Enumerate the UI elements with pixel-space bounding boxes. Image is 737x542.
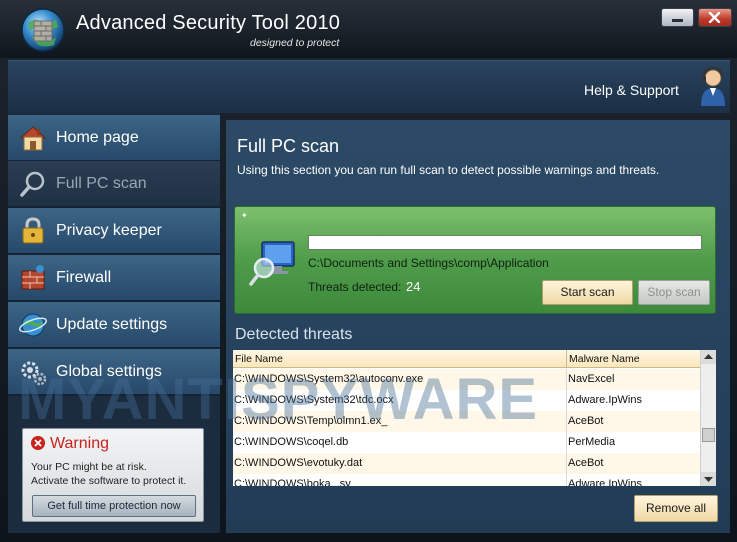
start-scan-button[interactable]: Start scan: [542, 280, 633, 305]
table-row[interactable]: C:\WINDOWS\coqel.db PerMedia: [233, 432, 701, 454]
threats-table: File Name Malware Name C:\WINDOWS\System…: [233, 350, 715, 486]
scroll-down-button[interactable]: [701, 472, 716, 486]
detected-threats-title: Detected threats: [235, 326, 353, 343]
malware-name-cell: NavExcel: [568, 373, 615, 385]
malware-name-cell: AceBot: [568, 415, 604, 427]
warning-text: Your PC might be at risk.: [31, 461, 147, 473]
malware-name-cell: AceBot: [568, 457, 604, 469]
minimize-icon: [672, 19, 683, 22]
warning-title: Warning: [50, 435, 109, 452]
sidebar-item-label: Update settings: [56, 316, 168, 333]
sidebar-item-full-pc-scan[interactable]: Full PC scan: [8, 161, 220, 208]
table-row[interactable]: C:\WINDOWS\Temp\olmn1.ex_ AceBot: [233, 411, 701, 433]
threats-detected-label: Threats detected:: [308, 280, 402, 294]
globe-icon: [18, 313, 48, 337]
threats-detected-count: 24: [406, 279, 421, 294]
page-title: Full PC scan: [237, 136, 340, 156]
sidebar-item-label: Privacy keeper: [56, 222, 162, 239]
scan-current-path: C:\Documents and Settings\comp\Applicati…: [308, 256, 549, 270]
sidebar-item-update-settings[interactable]: Update settings: [8, 302, 220, 349]
sidebar-item-label: Global settings: [56, 363, 162, 380]
scan-progress-bar: [308, 235, 702, 250]
table-row[interactable]: C:\WINDOWS\boka...sy Adware.IpWins: [233, 474, 701, 486]
table-scrollbar[interactable]: [700, 350, 716, 486]
sidebar-item-privacy-keeper[interactable]: Privacy keeper: [8, 208, 220, 255]
minimize-button[interactable]: [661, 8, 694, 27]
error-x-icon: [31, 436, 45, 450]
column-divider: [566, 432, 567, 453]
malware-name-cell: Adware.IpWins: [568, 478, 642, 486]
sidebar-item-global-settings[interactable]: Global settings: [8, 349, 220, 396]
gears-icon: [21, 361, 47, 386]
house-icon: [19, 126, 47, 151]
sidebar-item-home-page[interactable]: Home page: [8, 115, 220, 162]
stop-scan-button[interactable]: Stop scan: [638, 280, 710, 305]
magnifier-icon: [20, 171, 45, 197]
file-name-cell: C:\WINDOWS\coqel.db: [234, 436, 349, 448]
padlock-icon: [22, 217, 44, 244]
warning-text: Activate the software to protect it.: [31, 475, 187, 487]
column-divider: [566, 453, 567, 474]
column-divider: [566, 369, 567, 390]
get-protection-button[interactable]: Get full time protection now: [32, 495, 196, 517]
brick-wall-icon: [21, 265, 45, 290]
sidebar-item-label: Home page: [56, 129, 139, 146]
support-agent-icon[interactable]: [698, 66, 728, 108]
table-row[interactable]: C:\WINDOWS\System32\autoconv.exe NavExcel: [233, 369, 701, 391]
sidebar-item-label: Full PC scan: [56, 175, 147, 192]
shield-globe-logo-icon: [21, 8, 65, 52]
column-divider: [566, 474, 567, 486]
app-tagline: designed to protect: [250, 37, 340, 49]
scroll-up-button[interactable]: [701, 350, 716, 364]
column-header-file-name[interactable]: File Name: [233, 350, 567, 368]
table-row[interactable]: C:\WINDOWS\evotuky.dat AceBot: [233, 453, 701, 475]
scroll-thumb[interactable]: [702, 428, 715, 442]
sidebar-item-firewall[interactable]: Firewall: [8, 255, 220, 302]
close-icon: [708, 12, 721, 23]
scan-monitor-icon: [249, 241, 295, 286]
column-divider: [566, 411, 567, 432]
file-name-cell: C:\WINDOWS\evotuky.dat: [234, 457, 363, 469]
close-button[interactable]: [698, 8, 732, 27]
file-name-cell: C:\WINDOWS\System32\autoconv.exe: [234, 373, 424, 385]
table-row[interactable]: C:\WINDOWS\System32\tdc.ocx Adware.IpWins: [233, 390, 701, 412]
page-description: Using this section you can run full scan…: [237, 163, 660, 177]
help-support-link[interactable]: Help & Support: [584, 82, 679, 98]
remove-all-button[interactable]: Remove all: [634, 495, 718, 522]
file-name-cell: C:\WINDOWS\Temp\olmn1.ex_: [234, 415, 388, 427]
column-header-malware-name[interactable]: Malware Name: [567, 350, 701, 368]
malware-name-cell: Adware.IpWins: [568, 394, 642, 406]
chevron-up-icon: [704, 354, 713, 359]
app-window: Advanced Security Tool 2010 designed to …: [0, 0, 737, 542]
chevron-down-icon: [704, 477, 713, 482]
file-name-cell: C:\WINDOWS\boka...sy: [234, 478, 351, 486]
sidebar-item-label: Firewall: [56, 269, 112, 286]
malware-name-cell: PerMedia: [568, 436, 616, 448]
app-title: Advanced Security Tool 2010: [76, 12, 341, 34]
column-divider: [566, 390, 567, 411]
sparkle-icon: ✦: [241, 211, 248, 220]
file-name-cell: C:\WINDOWS\System32\tdc.ocx: [234, 394, 394, 406]
warning-box: Warning Your PC might be at risk. Activa…: [22, 428, 204, 522]
